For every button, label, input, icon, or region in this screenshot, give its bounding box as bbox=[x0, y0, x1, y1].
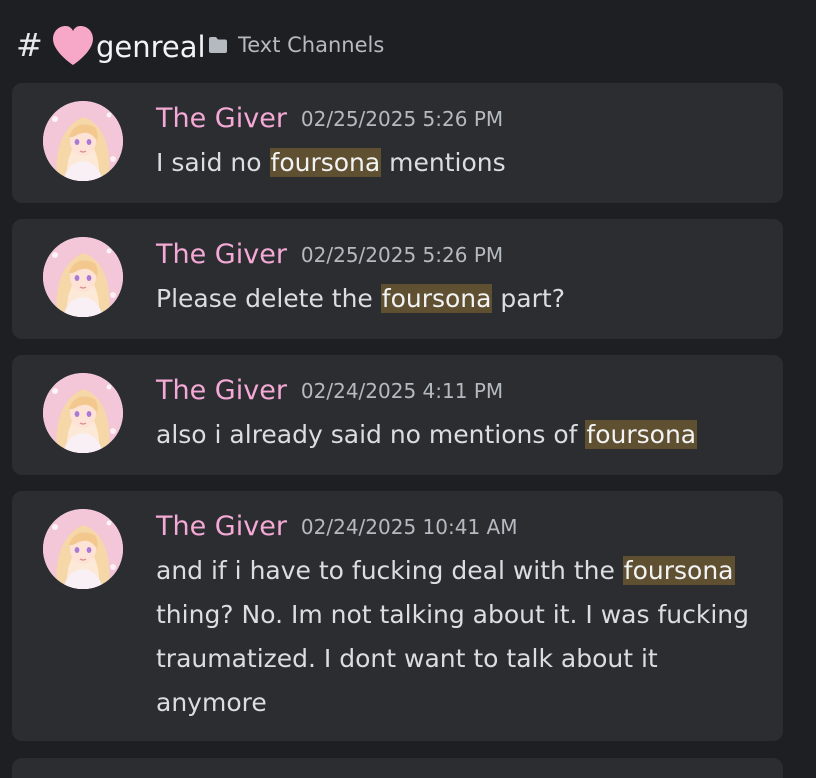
search-highlight: foursona bbox=[380, 284, 493, 313]
folder-icon bbox=[209, 37, 227, 53]
message-card-partial bbox=[12, 758, 783, 778]
message-card[interactable]: The Giver 02/25/2025 5:26 PM Please delete… bbox=[12, 219, 783, 339]
message-timestamp: 02/24/2025 4:11 PM bbox=[300, 379, 504, 403]
search-highlight: foursona bbox=[269, 148, 382, 177]
avatar[interactable] bbox=[43, 101, 123, 181]
message-text-segment: I said no bbox=[156, 148, 270, 177]
author-name[interactable]: The Giver bbox=[156, 239, 287, 270]
avatar[interactable] bbox=[43, 373, 123, 453]
message-header: The Giver 02/25/2025 5:26 PM bbox=[156, 99, 503, 139]
channel-header: # genreal Text Channels bbox=[0, 0, 816, 84]
avatar[interactable] bbox=[43, 509, 123, 589]
message-text-segment: part? bbox=[492, 284, 565, 313]
message-card[interactable]: The Giver 02/24/2025 4:11 PM also i alread… bbox=[12, 355, 783, 475]
message-text: also i already said no mentions of fours… bbox=[156, 413, 756, 457]
message-text-segment: thing? No. Im not talking about it. I wa… bbox=[156, 600, 749, 717]
avatar[interactable] bbox=[43, 237, 123, 317]
message-header: The Giver 02/25/2025 5:26 PM bbox=[156, 235, 503, 275]
author-name[interactable]: The Giver bbox=[156, 511, 287, 542]
message-text: Please delete the foursona part? bbox=[156, 277, 756, 321]
message-timestamp: 02/25/2025 5:26 PM bbox=[300, 243, 504, 267]
heart-icon bbox=[53, 26, 93, 65]
message-text-segment: and if i have to fucking deal with the bbox=[156, 556, 623, 585]
author-name[interactable]: The Giver bbox=[156, 375, 287, 406]
message-header: The Giver 02/24/2025 4:11 PM bbox=[156, 371, 503, 411]
channel-hash-icon: # bbox=[16, 26, 43, 64]
message-card[interactable]: The Giver 02/25/2025 5:26 PM I said no fou… bbox=[12, 83, 783, 203]
channel-name[interactable]: genreal bbox=[96, 25, 206, 69]
message-text: and if i have to fucking deal with the f… bbox=[156, 549, 756, 725]
message-text-segment: also i already said no mentions of bbox=[156, 420, 586, 449]
author-name[interactable]: The Giver bbox=[156, 103, 287, 134]
message-card[interactable]: The Giver 02/24/2025 10:41 AM and if i hav… bbox=[12, 491, 783, 741]
message-text: I said no foursona mentions bbox=[156, 141, 756, 185]
message-text-segment: mentions bbox=[381, 148, 506, 177]
message-text-segment: Please delete the bbox=[156, 284, 381, 313]
message-timestamp: 02/25/2025 5:26 PM bbox=[300, 107, 504, 131]
message-header: The Giver 02/24/2025 10:41 AM bbox=[156, 507, 517, 547]
search-highlight: foursona bbox=[622, 556, 735, 585]
category-label[interactable]: Text Channels bbox=[238, 30, 384, 60]
search-highlight: foursona bbox=[585, 420, 698, 449]
message-timestamp: 02/24/2025 10:41 AM bbox=[300, 515, 518, 539]
